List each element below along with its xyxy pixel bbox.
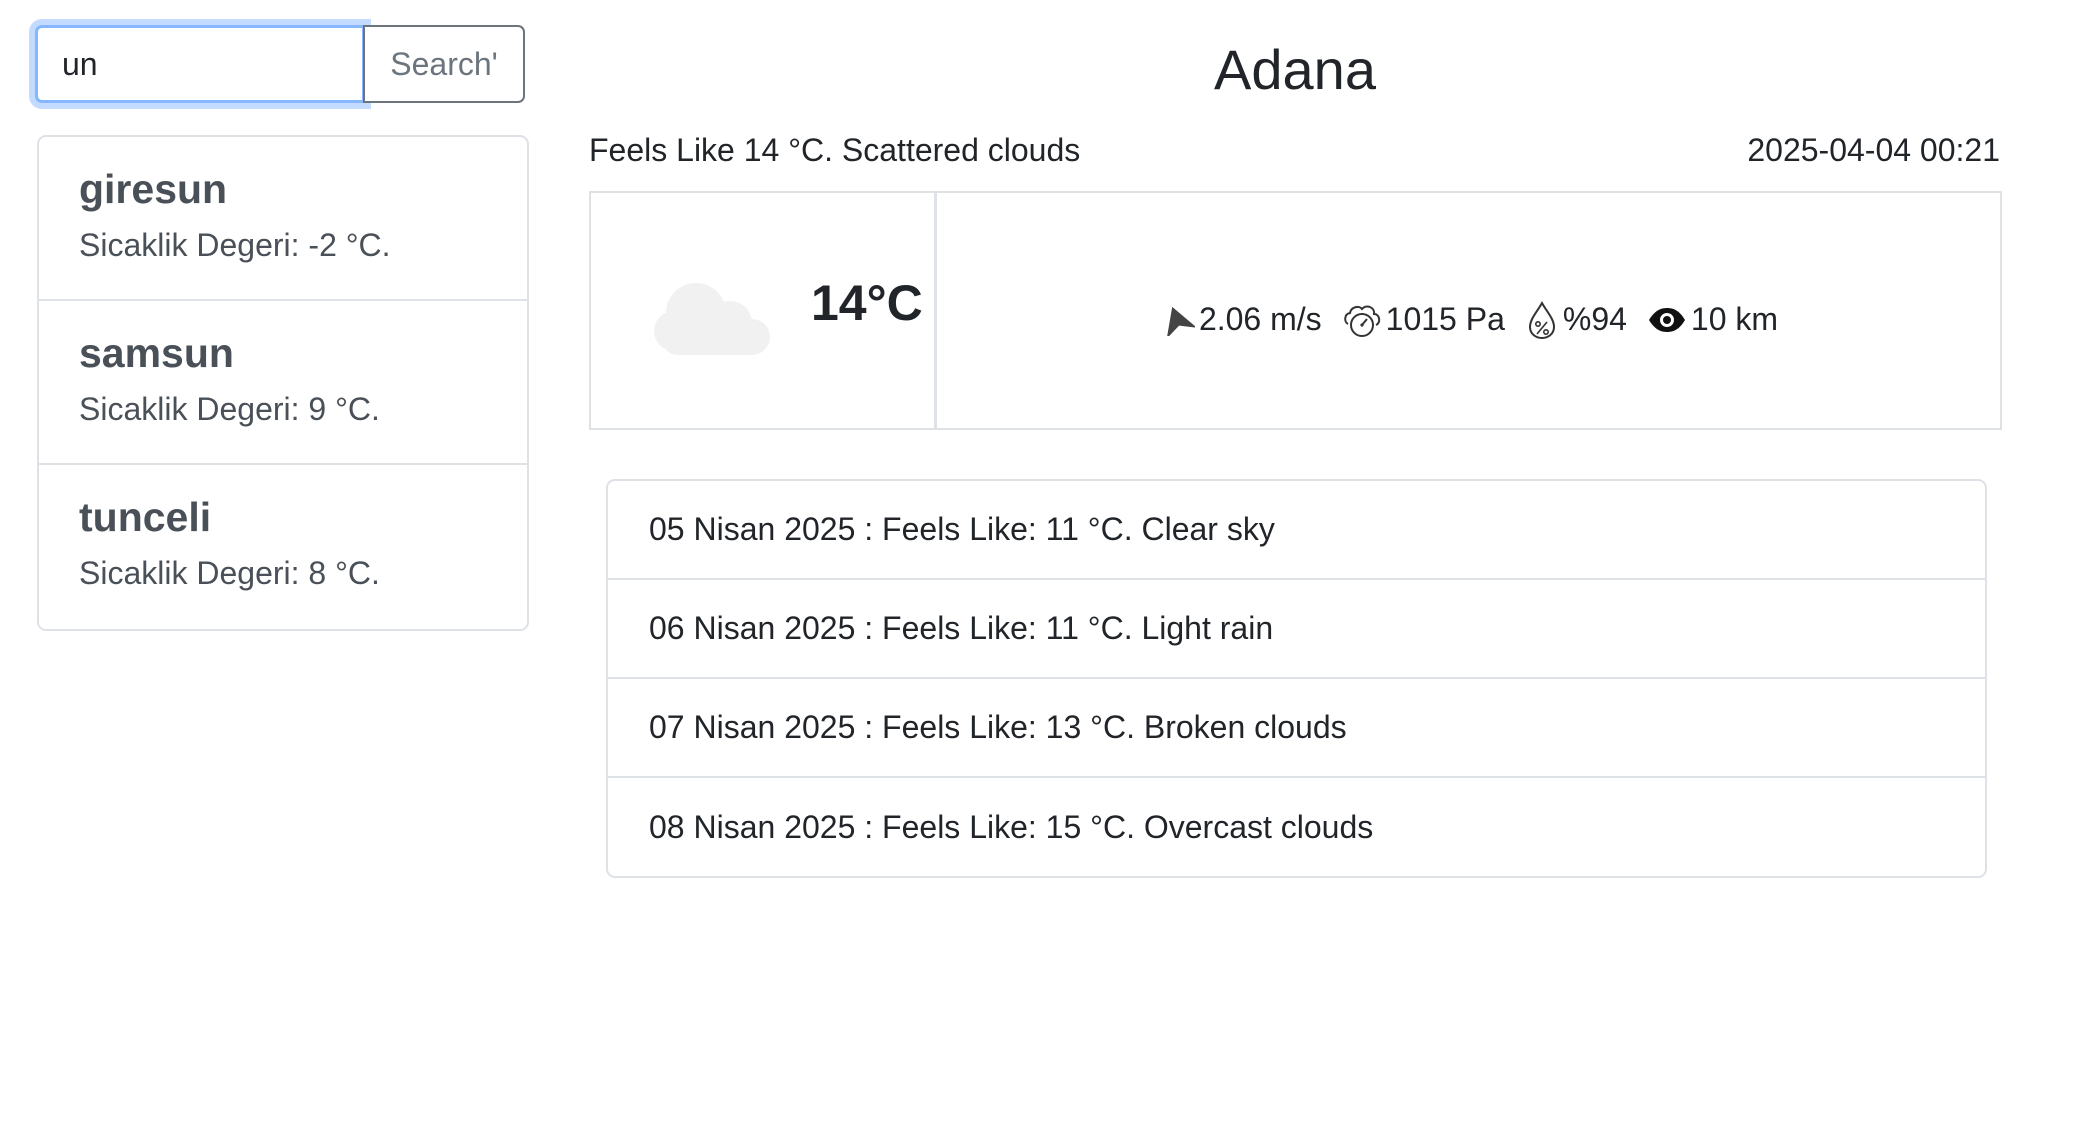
search-bar: Search' [35,25,525,103]
forecast-item: 05 Nisan 2025 : Feels Like: 11 °C. Clear… [608,481,1985,580]
wind-direction-icon [1159,304,1195,336]
forecast-item: 07 Nisan 2025 : Feels Like: 13 °C. Broke… [608,679,1985,778]
city-name: giresun [79,166,228,212]
forecast-list: 05 Nisan 2025 : Feels Like: 11 °C. Clear… [606,479,1987,878]
city-name: samsun [79,330,234,376]
humidity-metric: %94 [1525,300,1627,340]
visibility-metric: 10 km [1647,301,1778,338]
city-temperature: Sicaklik Degeri: 8 °C. [79,555,380,592]
pressure-metric: 1015 Pa [1342,301,1505,338]
pressure-value: 1015 Pa [1385,301,1505,337]
city-temperature: Sicaklik Degeri: 9 °C. [79,391,380,428]
city-title: Adana [1214,38,1376,101]
city-list-item[interactable]: tunceli Sicaklik Degeri: 8 °C. [39,465,527,629]
humidity-value: %94 [1562,301,1627,337]
wind-metric: 2.06 m/s [1159,301,1322,338]
city-list: giresun Sicaklik Degeri: -2 °C. samsun S… [37,135,529,631]
forecast-item: 06 Nisan 2025 : Feels Like: 11 °C. Light… [608,580,1985,679]
cloud-icon [648,273,774,361]
visibility-value: 10 km [1690,301,1779,337]
weather-metrics: 2.06 m/s 1015 Pa %94 10 km [937,193,2000,428]
city-temperature: Sicaklik Degeri: -2 °C. [79,227,391,264]
city-list-item[interactable]: samsun Sicaklik Degeri: 9 °C. [39,301,527,465]
pressure-gauge-icon [1342,302,1382,338]
search-button[interactable]: Search' [363,25,525,103]
current-weather-panel: 14°C 2.06 m/s 1015 Pa %94 10 km [589,191,2002,430]
weather-summary: Feels Like 14 °C. Scattered clouds [589,132,1081,168]
wind-speed: 2.06 m/s [1198,301,1322,337]
eye-icon [1647,305,1687,335]
humidity-drop-icon [1525,300,1559,340]
current-weather-main: 14°C [591,193,937,428]
city-list-item[interactable]: giresun Sicaklik Degeri: -2 °C. [39,137,527,301]
city-name: tunceli [79,494,212,540]
forecast-item: 08 Nisan 2025 : Feels Like: 15 °C. Overc… [649,808,1374,845]
current-temperature: 14°C [811,275,923,331]
search-input[interactable] [35,25,365,103]
weather-datetime: 2025-04-04 00:21 [1747,132,2000,168]
